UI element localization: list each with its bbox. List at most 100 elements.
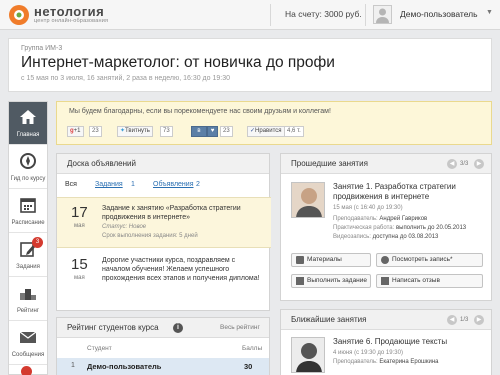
balance-text[interactable]: На счету: 3000 руб. <box>285 9 362 19</box>
teacher-photo <box>291 182 325 218</box>
sidebar-item-label: Гид по курсу <box>10 176 46 182</box>
next-arrow-icon[interactable]: ▶ <box>474 159 484 169</box>
watch-recording-button[interactable]: Посмотреть запись* <box>376 253 483 267</box>
teacher-name: Андрей Гавриков <box>379 216 428 222</box>
button-label: Посмотреть запись* <box>392 256 453 263</box>
vk-icon: в <box>197 128 201 134</box>
teacher-label: Преподаватель: <box>333 216 378 222</box>
news-status: Статус: Новое <box>102 224 147 230</box>
news-due: Срок выполнения задания: 5 дней <box>102 233 198 239</box>
panel-title: Рейтинг студентов курса <box>67 323 159 332</box>
sidebar-item-label: Главная <box>16 132 40 138</box>
info-icon[interactable]: i <box>173 323 183 333</box>
gplus-share-button[interactable]: g+1 <box>67 126 84 137</box>
news-title[interactable]: Задание к занятию «Разработка стратегии … <box>102 204 262 222</box>
button-label: Выполнить задание <box>307 277 368 284</box>
list-item[interactable]: 17 мая Задание к занятию «Разработка стр… <box>57 197 271 248</box>
folder-icon <box>296 256 304 264</box>
tab-news-count: 2 <box>196 181 200 188</box>
notice-text: Мы будем благодарны, если вы порекоменду… <box>69 108 331 115</box>
chevron-down-icon[interactable]: ▼ <box>486 9 493 16</box>
share-count: 4,6 т. <box>284 126 304 137</box>
teacher-row: Преподаватель: Андрей Гавриков <box>333 215 427 223</box>
prev-arrow-icon[interactable]: ◀ <box>447 315 457 325</box>
panel-title: Ближайшие занятия <box>291 315 367 324</box>
share-count: 73 <box>160 126 173 137</box>
video-value: доступна до 03.08.2013 <box>372 234 439 240</box>
tab-all[interactable]: Вся <box>65 181 77 188</box>
lesson-title[interactable]: Занятие 6. Продающие тексты <box>333 337 485 347</box>
share-label: Твитнуть <box>125 128 150 134</box>
panel-header: Рейтинг студентов курса i Весь рейтинг <box>57 318 269 338</box>
news-day: 17 <box>71 204 88 221</box>
panel-header: Ближайшие занятия ◀ 1/3 ▶ <box>281 310 491 330</box>
more-badge <box>21 366 32 375</box>
practice-value: выполнить до 20.05.2013 <box>395 225 467 231</box>
sidebar-item-label: Рейтинг <box>16 308 40 314</box>
course-group: Группа ИМ-3 <box>21 45 63 52</box>
practice-label: Практическая работа: <box>333 225 395 231</box>
sidebar-item-guide[interactable]: Гид по курсу <box>9 146 47 189</box>
brand-subtitle: центр онлайн-образования <box>34 18 109 24</box>
panel-title: Доска объявлений <box>67 159 136 168</box>
prev-arrow-icon[interactable]: ◀ <box>447 159 457 169</box>
home-icon <box>20 110 36 124</box>
panel-header: Доска объявлений <box>57 154 269 174</box>
sidebar: Главная Гид по курсу Расписание 3 Задани… <box>8 101 48 375</box>
do-task-button[interactable]: Выполнить задание <box>291 274 371 288</box>
vk-like-icon[interactable]: ♥ <box>207 126 218 137</box>
sidebar-item-more[interactable] <box>9 366 47 375</box>
pager: 1/3 <box>460 317 469 323</box>
materials-button[interactable]: Материалы <box>291 253 371 267</box>
teacher-photo <box>291 337 325 373</box>
table-row[interactable]: 1 Демо-пользователь 30 <box>57 358 269 375</box>
sidebar-item-messages[interactable]: Сообщения <box>9 322 47 365</box>
sidebar-item-rating[interactable]: Рейтинг <box>9 278 47 321</box>
share-label: +1 <box>73 128 81 134</box>
teacher-name: Екатерина Ерошкина <box>379 359 439 365</box>
video-label: Видеозапись: <box>333 234 371 240</box>
next-arrow-icon[interactable]: ▶ <box>474 315 484 325</box>
teacher-label: Преподаватель: <box>333 359 378 365</box>
user-name[interactable]: Демо-пользователь <box>400 9 478 19</box>
user-avatar[interactable] <box>373 5 392 24</box>
lesson-title[interactable]: Занятие 1. Разработка стратегии продвиже… <box>333 182 485 202</box>
button-label: Написать отзыв <box>392 277 440 284</box>
sidebar-item-label: Задания <box>16 264 40 270</box>
share-count: 23 <box>220 126 233 137</box>
student-name: Демо-пользователь <box>87 362 162 371</box>
rating-panel: Рейтинг студентов курса i Весь рейтинг С… <box>56 317 270 375</box>
lesson-date: 4 июня (с 19:30 до 19:30) <box>333 350 403 356</box>
sidebar-item-home[interactable]: Главная <box>9 102 47 145</box>
twitter-share-button[interactable]: ✦Твитнуть <box>117 126 153 137</box>
vk-share-button[interactable]: в <box>191 126 207 137</box>
brand-name[interactable]: нетология <box>34 4 104 19</box>
upcoming-lessons-panel: Ближайшие занятия ◀ 1/3 ▶ Занятие 6. Про… <box>280 309 492 375</box>
play-icon <box>381 256 389 264</box>
top-bar: нетология центр онлайн-образования На сч… <box>0 0 500 30</box>
envelope-icon <box>19 331 37 343</box>
rank: 1 <box>71 362 75 369</box>
news-month: мая <box>74 223 85 229</box>
video-row: Видеозапись: доступна до 03.08.2013 <box>333 233 438 241</box>
sidebar-item-schedule[interactable]: Расписание <box>9 190 47 233</box>
tasks-count-badge: 3 <box>32 237 43 248</box>
pager: 3/3 <box>460 161 469 167</box>
past-lessons-panel: Прошедшие занятия ◀ 3/3 ▶ Занятие 1. Раз… <box>280 153 492 301</box>
all-rating-link[interactable]: Весь рейтинг <box>220 324 260 331</box>
sidebar-item-tasks[interactable]: 3 Задания <box>9 234 47 277</box>
course-header: Группа ИМ-3 Интернет-маркетолог: от нови… <box>8 38 492 92</box>
button-label: Материалы <box>307 256 342 263</box>
share-count: 23 <box>89 126 102 137</box>
sidebar-item-label: Сообщения <box>11 352 45 358</box>
tab-tasks[interactable]: Задания <box>95 181 123 188</box>
list-item[interactable]: 15 мая Дорогие участники курса, поздравл… <box>57 250 271 308</box>
news-day: 15 <box>71 256 88 273</box>
course-schedule: с 15 мая по 3 июля, 16 занятий, 2 раза в… <box>21 75 230 82</box>
like-button[interactable]: ✓Нравится <box>247 126 285 137</box>
tab-news[interactable]: Объявления <box>153 181 194 188</box>
write-review-button[interactable]: Написать отзыв <box>376 274 483 288</box>
tab-tasks-count: 1 <box>131 181 135 188</box>
netology-logo-icon[interactable] <box>8 4 30 26</box>
calendar-icon <box>20 198 36 213</box>
